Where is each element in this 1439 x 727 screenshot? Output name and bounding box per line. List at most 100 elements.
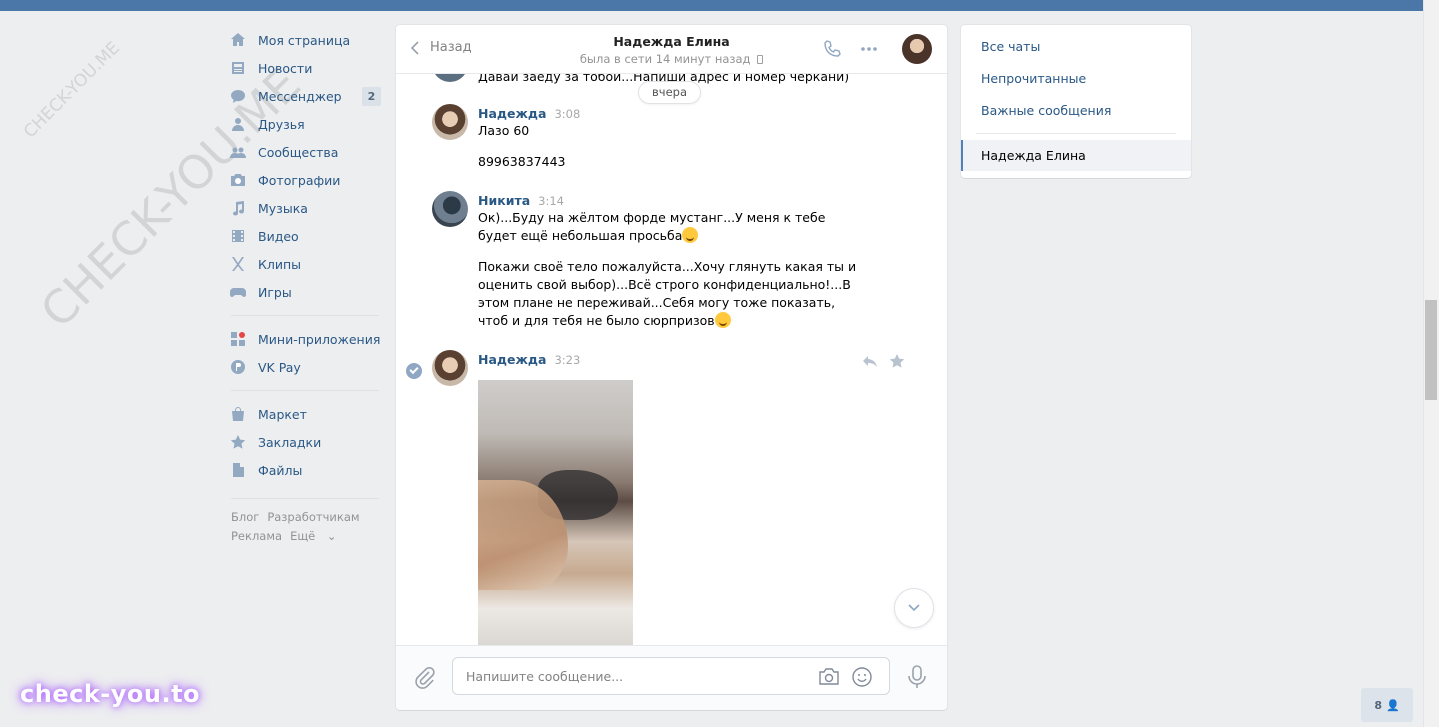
nav-item-market[interactable]: Маркет xyxy=(229,400,381,428)
reply-button[interactable] xyxy=(862,353,878,369)
footer-blog-link[interactable]: Блог xyxy=(231,510,259,524)
nav-item-video[interactable]: Видео xyxy=(229,222,381,250)
left-navigation: Моя страница Новости Мессенджер 2 Друзья… xyxy=(229,26,381,546)
nav-item-my-page[interactable]: Моя страница xyxy=(229,26,381,54)
nav-item-music[interactable]: Музыка xyxy=(229,194,381,222)
smile-icon xyxy=(852,667,872,687)
emoji-icon xyxy=(714,312,731,328)
message-text: Ок)...Буду на жёлтом форде мустанг...У м… xyxy=(478,209,868,245)
emoji-button[interactable] xyxy=(851,666,873,688)
filter-unread[interactable]: Непрочитанные xyxy=(981,71,1086,86)
chat-header: Назад Надежда Елина была в сети 14 минут… xyxy=(396,25,947,74)
filter-important[interactable]: Важные сообщения xyxy=(981,103,1111,118)
nav-item-label: Друзья xyxy=(258,116,305,132)
message-compose-bar xyxy=(396,645,947,710)
favorite-button[interactable] xyxy=(889,353,905,369)
friends-icon xyxy=(229,116,246,133)
nav-item-files[interactable]: Файлы xyxy=(229,456,381,484)
author-name: Надежда xyxy=(478,106,547,121)
footer-more-link[interactable]: Ещё ⌄ xyxy=(290,529,344,543)
avatar[interactable] xyxy=(432,350,468,386)
nav-item-messenger[interactable]: Мессенджер 2 xyxy=(229,82,381,110)
message-paragraph: Покажи своё тело пожалуйста...Хочу гляну… xyxy=(478,259,857,328)
scroll-down-button[interactable] xyxy=(894,588,934,628)
nav-item-label: Мини-приложения xyxy=(258,331,381,347)
avatar[interactable] xyxy=(432,191,468,227)
bag-icon xyxy=(229,406,246,423)
paperclip-icon xyxy=(415,666,435,689)
message-time: 3:23 xyxy=(554,353,581,367)
top-header-bar xyxy=(0,0,1423,11)
video-icon xyxy=(229,228,246,245)
message-author[interactable]: Надежда 3:23 xyxy=(478,352,580,367)
nav-item-communities[interactable]: Сообщества xyxy=(229,138,381,166)
messenger-unread-badge: 2 xyxy=(362,87,381,106)
peer-status-text: была в сети 14 минут назад xyxy=(579,52,751,66)
date-divider: вчера xyxy=(638,81,701,104)
more-dots-icon xyxy=(861,47,877,51)
star-icon xyxy=(889,354,905,368)
call-button[interactable] xyxy=(822,39,844,59)
nav-item-friends[interactable]: Друзья xyxy=(229,110,381,138)
footer-links: Блог Разработчикам Реклама Ещё ⌄ xyxy=(229,508,381,546)
nav-item-label: Маркет xyxy=(258,406,307,422)
nav-item-vk-pay[interactable]: VK Pay xyxy=(229,353,381,381)
message-history[interactable]: Давай заеду за тобой...Напиши адрес и но… xyxy=(396,74,947,645)
footer-ads-link[interactable]: Реклама xyxy=(231,529,282,543)
online-friends-badge[interactable]: 8 👤 xyxy=(1361,688,1413,722)
more-button[interactable] xyxy=(859,39,881,59)
chat-filters-panel: Все чаты Непрочитанные Важные сообщения … xyxy=(961,25,1191,178)
gamepad-icon xyxy=(229,284,246,301)
nav-item-label: Клипы xyxy=(258,256,302,272)
footer-more-label: Ещё xyxy=(290,529,316,543)
avatar[interactable] xyxy=(432,74,468,82)
nav-separator xyxy=(231,390,379,391)
message-author[interactable]: Никита 3:14 xyxy=(478,193,564,208)
watermark-small: CHECK-YOU.ME xyxy=(20,38,124,143)
communities-icon xyxy=(229,144,246,161)
nav-item-news[interactable]: Новости xyxy=(229,54,381,82)
music-icon xyxy=(229,200,246,217)
message-text: 89963837443 xyxy=(478,154,566,169)
attach-button[interactable] xyxy=(414,666,436,690)
selected-check-icon[interactable] xyxy=(406,363,422,379)
chevron-down-icon: ⌄ xyxy=(326,529,337,543)
emoji-icon xyxy=(682,227,699,243)
nav-item-label: Сообщества xyxy=(258,144,339,160)
active-chat-item[interactable]: Надежда Елина xyxy=(961,140,1191,171)
messenger-icon xyxy=(229,88,246,105)
voice-message-button[interactable] xyxy=(906,664,928,690)
file-icon xyxy=(229,462,246,479)
photo-attachment[interactable] xyxy=(478,380,633,645)
nav-item-label: Мессенджер xyxy=(258,88,342,104)
nav-item-label: Музыка xyxy=(258,200,308,216)
message-author[interactable]: Надежда 3:08 xyxy=(478,106,580,121)
nav-item-label: Игры xyxy=(258,284,292,300)
nav-item-label: Видео xyxy=(258,228,299,244)
star-icon xyxy=(229,434,246,451)
person-icon: 👤 xyxy=(1385,698,1400,712)
avatar[interactable] xyxy=(432,104,468,140)
mobile-icon xyxy=(757,55,764,64)
nav-item-mini-apps[interactable]: Мини-приложения xyxy=(229,325,381,353)
peer-avatar[interactable] xyxy=(902,34,932,64)
photo-upload-button[interactable] xyxy=(818,666,840,688)
message-time: 3:14 xyxy=(538,194,564,208)
page-scrollbar[interactable] xyxy=(1423,0,1439,727)
footer-dev-link[interactable]: Разработчикам xyxy=(267,510,359,524)
microphone-icon xyxy=(908,665,926,688)
nav-item-clips[interactable]: Клипы xyxy=(229,250,381,278)
author-name: Никита xyxy=(478,193,531,208)
nav-item-label: VK Pay xyxy=(258,359,301,375)
nav-item-bookmarks[interactable]: Закладки xyxy=(229,428,381,456)
nav-item-label: Закладки xyxy=(258,434,322,450)
apps-icon xyxy=(229,331,246,348)
message-text: Покажи своё тело пожалуйста...Хочу гляну… xyxy=(478,258,868,330)
phone-icon xyxy=(824,40,841,57)
nav-item-games[interactable]: Игры xyxy=(229,278,381,306)
filter-all-chats[interactable]: Все чаты xyxy=(981,39,1040,54)
chevron-down-icon xyxy=(908,604,920,612)
site-brand-watermark: check-you.to xyxy=(20,680,201,708)
nav-item-photos[interactable]: Фотографии xyxy=(229,166,381,194)
scrollbar-thumb[interactable] xyxy=(1425,300,1437,400)
